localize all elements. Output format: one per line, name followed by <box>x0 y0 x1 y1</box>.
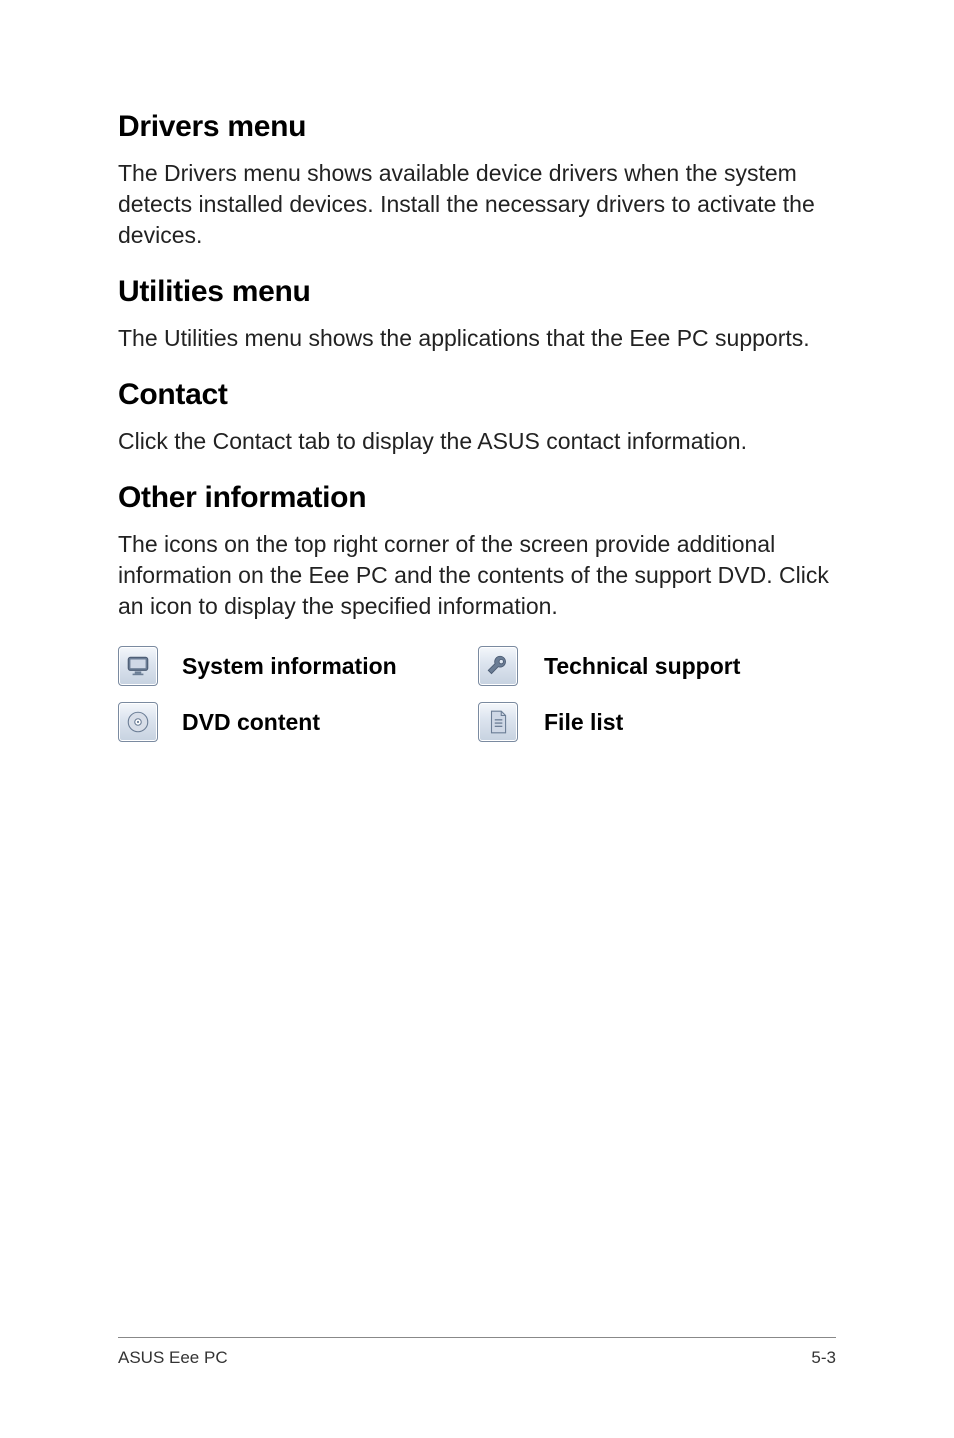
technical-support-icon <box>478 646 518 686</box>
heading-utilities-menu: Utilities menu <box>118 275 836 309</box>
disc-icon <box>125 709 151 735</box>
file-list-label: File list <box>544 709 836 736</box>
heading-other-information: Other information <box>118 481 836 515</box>
system-information-label: System information <box>182 653 462 680</box>
computer-icon <box>125 653 151 679</box>
section-other-information: Other information The icons on the top r… <box>118 481 836 742</box>
section-utilities-menu: Utilities menu The Utilities menu shows … <box>118 275 836 354</box>
document-icon <box>485 709 511 735</box>
file-list-icon <box>478 702 518 742</box>
system-information-icon <box>118 646 158 686</box>
paragraph-other-information: The icons on the top right corner of the… <box>118 529 836 622</box>
section-drivers-menu: Drivers menu The Drivers menu shows avai… <box>118 110 836 251</box>
dvd-content-label: DVD content <box>182 709 462 736</box>
footer-page-number: 5-3 <box>811 1348 836 1368</box>
page-footer: ASUS Eee PC 5-3 <box>118 1337 836 1368</box>
technical-support-label: Technical support <box>544 653 836 680</box>
page-content: Drivers menu The Drivers menu shows avai… <box>0 0 954 742</box>
paragraph-utilities-menu: The Utilities menu shows the application… <box>118 323 836 354</box>
footer-product-name: ASUS Eee PC <box>118 1348 228 1368</box>
wrench-icon <box>485 653 511 679</box>
info-icons-grid: System information Technical support DVD… <box>118 646 836 742</box>
heading-contact: Contact <box>118 378 836 412</box>
dvd-content-icon <box>118 702 158 742</box>
paragraph-drivers-menu: The Drivers menu shows available device … <box>118 158 836 251</box>
paragraph-contact: Click the Contact tab to display the ASU… <box>118 426 836 457</box>
section-contact: Contact Click the Contact tab to display… <box>118 378 836 457</box>
heading-drivers-menu: Drivers menu <box>118 110 836 144</box>
